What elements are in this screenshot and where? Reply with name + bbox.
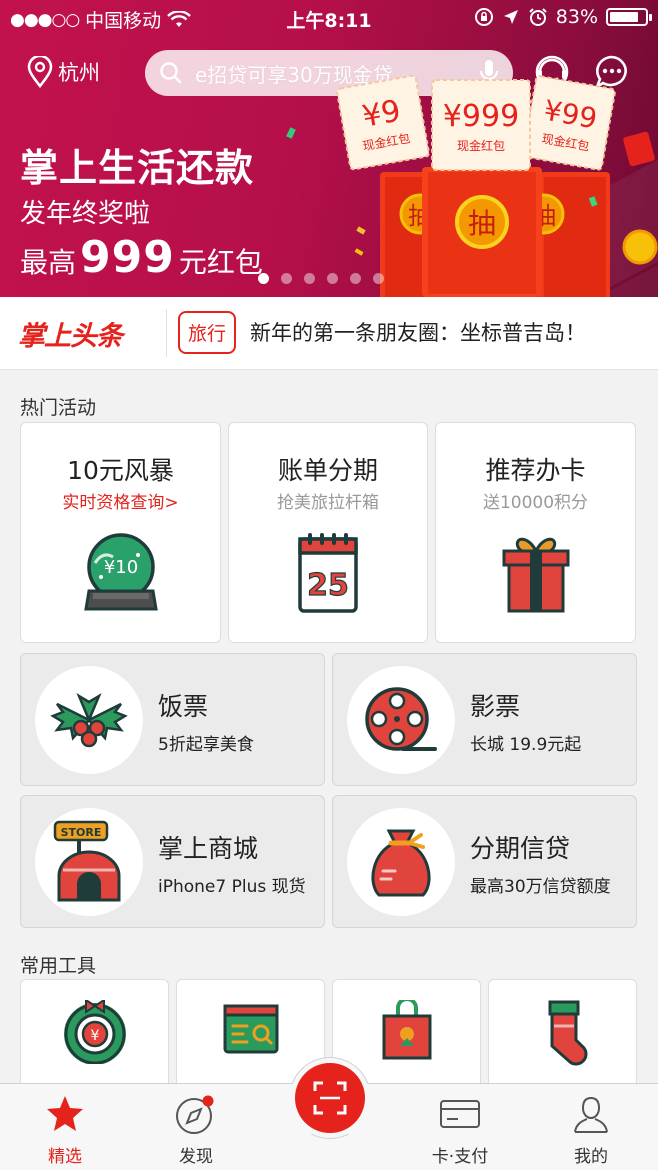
tab-mine[interactable]: 我的 bbox=[541, 1084, 641, 1170]
mini-envelope-decoration bbox=[623, 131, 655, 167]
coupon-99: ¥99 现金红包 bbox=[522, 75, 616, 171]
calendar-day: 25 bbox=[307, 568, 349, 603]
service-title: 饭票 bbox=[158, 692, 209, 721]
pager-dot[interactable] bbox=[373, 273, 384, 284]
pager-dot[interactable] bbox=[281, 273, 292, 284]
tab-discover[interactable]: 发现 bbox=[146, 1084, 246, 1170]
rotation-lock-icon bbox=[474, 8, 493, 26]
coin-decoration bbox=[622, 229, 658, 265]
compass-icon bbox=[176, 1095, 214, 1134]
status-bar: ●●●○○ 中国移动 上午8:11 83% bbox=[0, 0, 658, 36]
hot-card-sub: 实时资格查询> bbox=[62, 493, 179, 513]
tool-card-4[interactable] bbox=[488, 979, 637, 1099]
service-card-movie[interactable]: 影票 长城 19.9元起 bbox=[332, 653, 637, 786]
tools-section-title: 常用工具 bbox=[20, 955, 97, 977]
location-arrow-icon bbox=[503, 10, 518, 24]
hot-card-installment[interactable]: 账单分期 抢美旅拉杆箱 25 bbox=[228, 422, 428, 643]
location-pin-icon bbox=[27, 56, 53, 88]
service-title: 掌上商城 bbox=[158, 834, 259, 863]
battery-percent: 83% bbox=[555, 6, 598, 28]
banner-prefix: 最高 bbox=[20, 246, 77, 279]
stocking-icon bbox=[548, 1000, 587, 1066]
service-card-credit[interactable]: 分期信贷 最高30万信贷额度 bbox=[332, 795, 637, 928]
store-icon: STORE bbox=[53, 820, 121, 902]
pager-dot[interactable] bbox=[350, 273, 361, 284]
headline-news[interactable]: 掌上头条 旅行 新年的第一条朋友圈：坐标普吉岛！ bbox=[0, 297, 658, 370]
money-bag-icon bbox=[371, 829, 431, 897]
draw-label-center: 抽 bbox=[468, 207, 496, 240]
hot-card-title: 推荐办卡 bbox=[485, 456, 586, 485]
hot-card-sub: 送10000积分 bbox=[482, 493, 589, 513]
pager-dot[interactable] bbox=[304, 273, 315, 284]
promo-banner[interactable]: ●●●○○ 中国移动 上午8:11 83% 杭州 e招贷可享30万现金贷 掌上生… bbox=[0, 0, 658, 297]
red-envelope-center: 抽 bbox=[422, 167, 542, 297]
tab-label: 卡·支付 bbox=[431, 1147, 489, 1167]
search-icon bbox=[160, 62, 182, 84]
globe-text: ¥10 bbox=[103, 557, 137, 578]
card-icon bbox=[440, 1100, 480, 1128]
alarm-icon bbox=[529, 8, 547, 26]
film-reel-icon bbox=[365, 687, 437, 751]
hot-section-title: 热门活动 bbox=[20, 397, 97, 419]
hot-card-title: 10元风暴 bbox=[67, 456, 174, 485]
shopping-bag-icon bbox=[382, 1000, 431, 1060]
tab-featured[interactable]: 精选 bbox=[15, 1084, 115, 1170]
star-icon bbox=[47, 1096, 83, 1131]
battery-icon bbox=[606, 8, 652, 26]
hot-card-title: 账单分期 bbox=[277, 456, 378, 485]
service-card-meal[interactable]: 饭票 5折起享美食 bbox=[20, 653, 325, 786]
hot-card-sub: 抢美旅拉杆箱 bbox=[277, 493, 379, 513]
gift-box-icon bbox=[502, 537, 569, 613]
svg-text:¥: ¥ bbox=[90, 1028, 99, 1044]
service-sub: iPhone7 Plus 现货 bbox=[158, 877, 306, 897]
user-icon bbox=[574, 1096, 608, 1133]
service-sub: 最高30万信贷额度 bbox=[470, 877, 611, 897]
headline-divider bbox=[166, 309, 167, 357]
card-search-icon bbox=[223, 1004, 278, 1054]
headline-text: 新年的第一条朋友圈：坐标普吉岛！ bbox=[250, 321, 586, 345]
snow-globe-icon: ¥10 bbox=[83, 533, 158, 611]
hot-card-10yuan[interactable]: 10元风暴 实时资格查询> ¥10 bbox=[20, 422, 221, 643]
headline-logo: 掌上头条 bbox=[18, 321, 123, 352]
banner-amount: 999 bbox=[80, 232, 175, 283]
pager-dot[interactable] bbox=[258, 273, 269, 284]
coupon-9: ¥9 现金红包 bbox=[336, 74, 430, 171]
tab-label: 我的 bbox=[574, 1147, 608, 1167]
tab-card-pay[interactable]: 卡·支付 bbox=[410, 1084, 510, 1170]
store-sign-text: STORE bbox=[61, 826, 102, 839]
city-selector[interactable]: 杭州 bbox=[26, 56, 100, 88]
banner-suffix: 元红包 bbox=[178, 246, 263, 279]
holly-icon bbox=[50, 692, 128, 748]
tool-card-1[interactable]: ¥ bbox=[20, 979, 169, 1099]
notification-dot bbox=[202, 1095, 214, 1107]
headline-tag: 旅行 bbox=[178, 311, 237, 354]
service-sub: 长城 19.9元起 bbox=[470, 735, 582, 755]
coupon-label-999: 现金红包 bbox=[457, 138, 505, 153]
scan-button[interactable] bbox=[295, 1063, 365, 1133]
scan-icon bbox=[313, 1081, 347, 1115]
tab-label: 精选 bbox=[48, 1147, 82, 1167]
city-label: 杭州 bbox=[58, 61, 100, 85]
pager-dot[interactable] bbox=[327, 273, 338, 284]
service-sub: 5折起享美食 bbox=[158, 735, 254, 755]
hot-card-recommend-card[interactable]: 推荐办卡 送10000积分 bbox=[435, 422, 636, 643]
banner-amount-line: 最高 999 元红包 bbox=[20, 232, 263, 283]
service-title: 分期信贷 bbox=[470, 834, 571, 863]
banner-title: 掌上生活还款 bbox=[20, 146, 255, 190]
coupon-999: ¥999 现金红包 bbox=[431, 79, 531, 171]
service-title: 影票 bbox=[470, 692, 521, 721]
coupon-amount-9: ¥9 bbox=[360, 94, 404, 135]
red-envelope-illustration: 抽 抽 ¥9 现金红包 ¥99 现金红包 抽 ¥999 现金红包 bbox=[336, 74, 658, 297]
coupon-amount-999: ¥999 bbox=[443, 99, 519, 134]
service-card-mall[interactable]: STORE 掌上商城 iPhone7 Plus 现货 bbox=[20, 795, 325, 928]
banner-subtitle: 发年终奖啦 bbox=[20, 199, 151, 229]
calendar-icon: 25 bbox=[298, 533, 358, 613]
wreath-icon: ¥ bbox=[63, 1000, 126, 1064]
banner-pager[interactable] bbox=[258, 273, 384, 284]
tab-label: 发现 bbox=[179, 1147, 213, 1167]
